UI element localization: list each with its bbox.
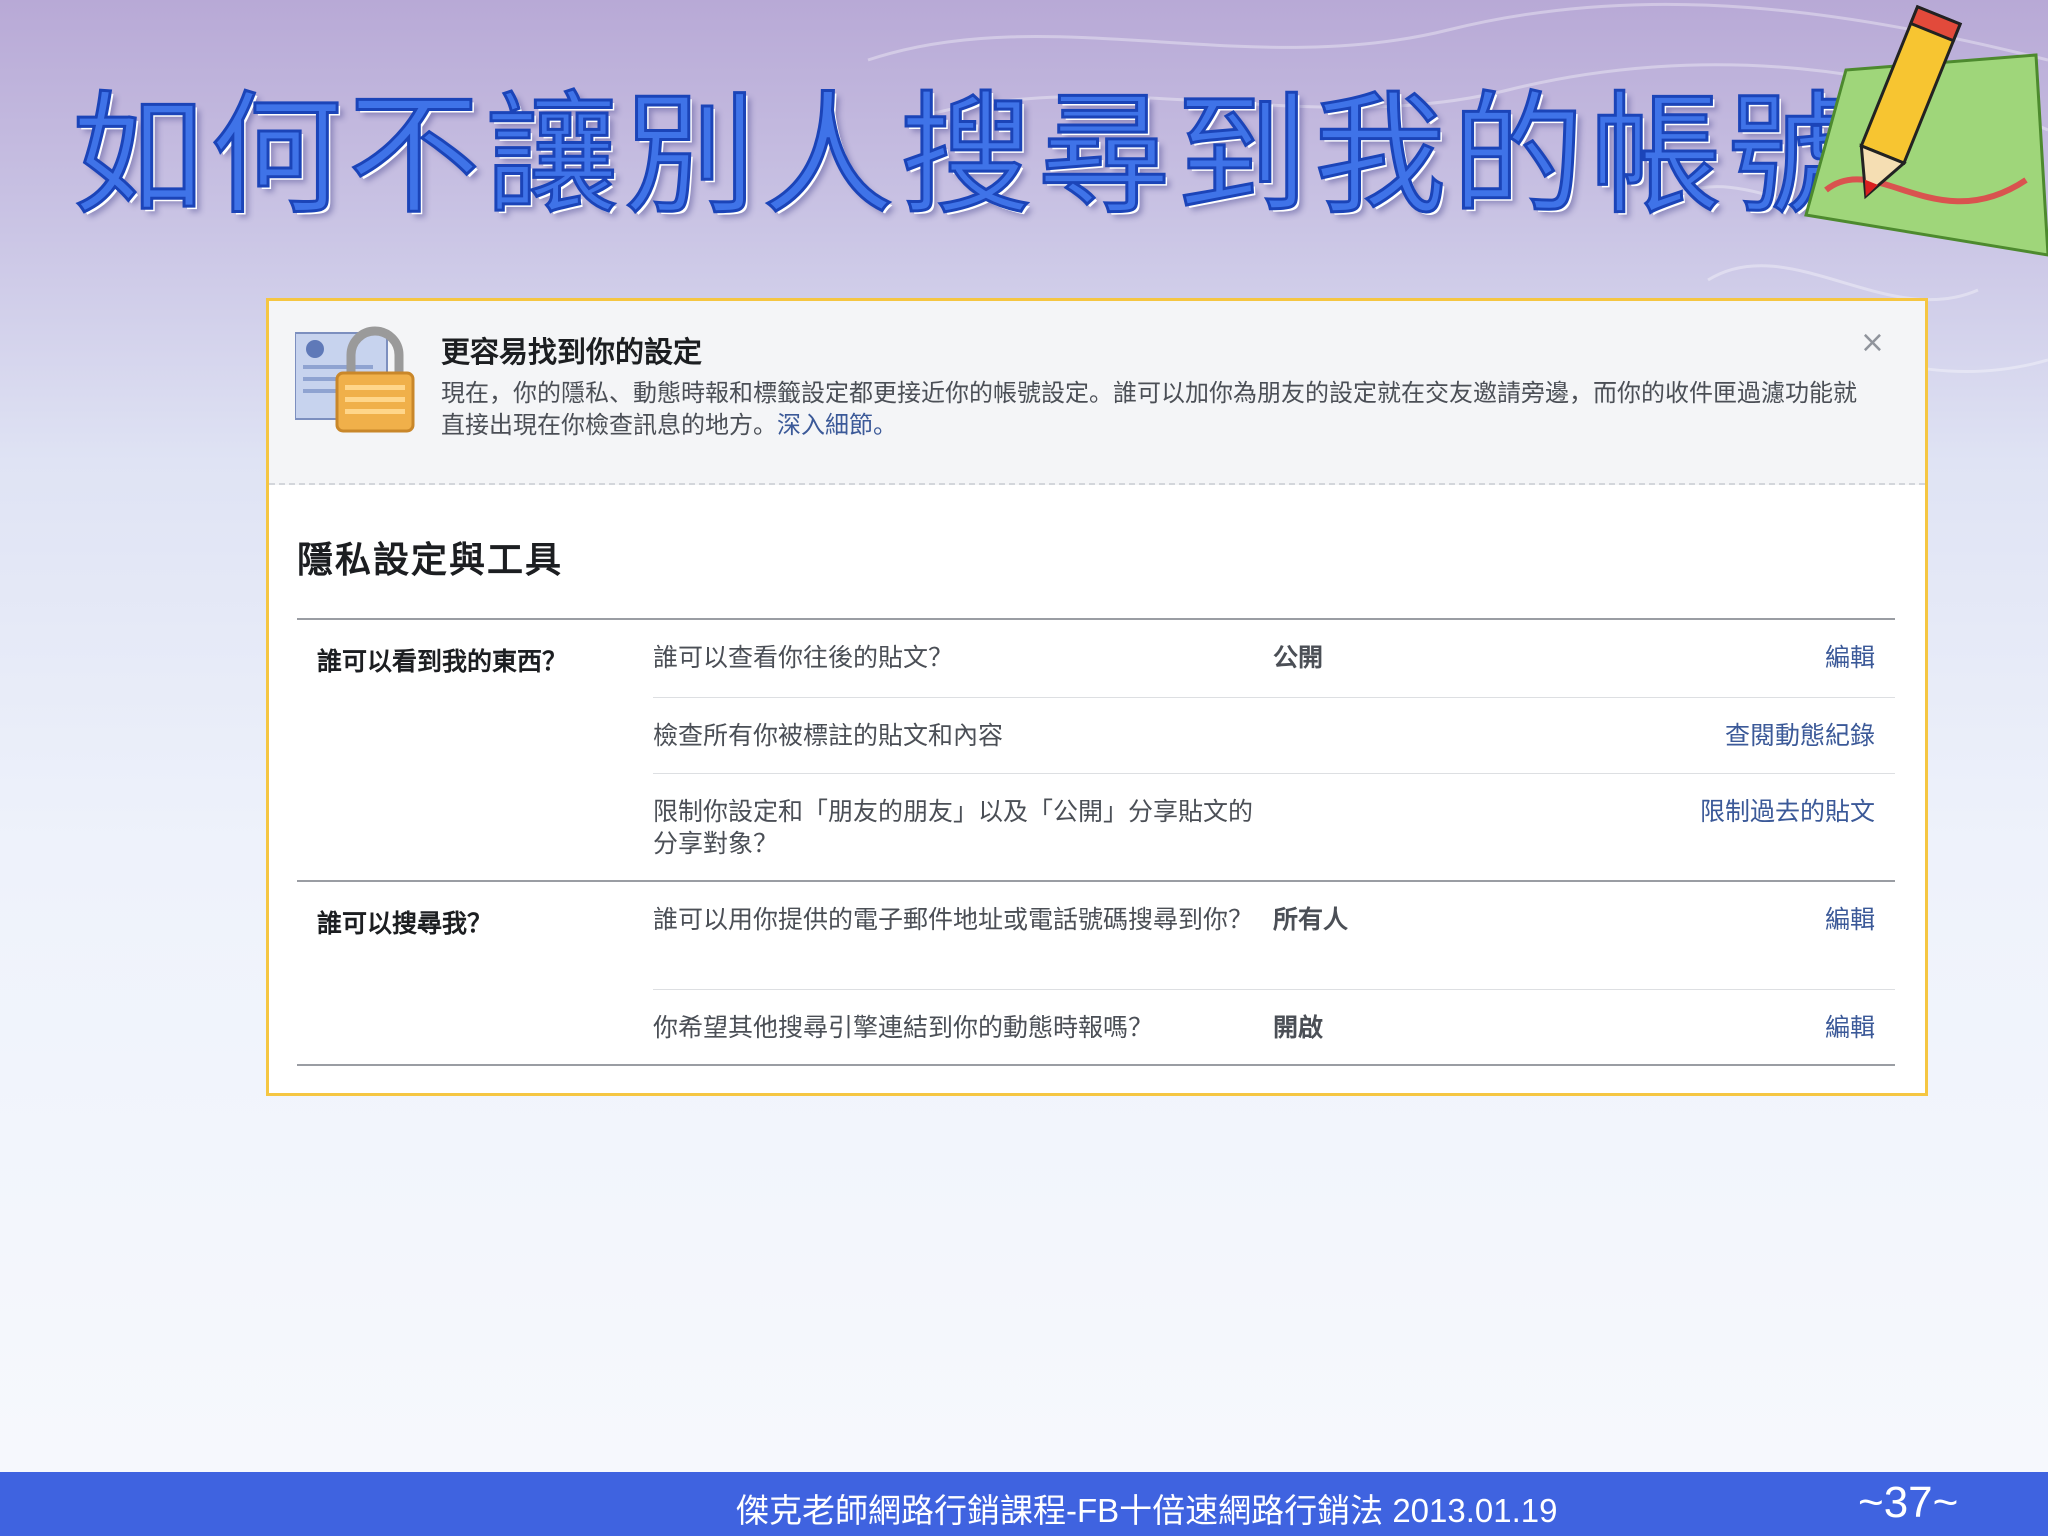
group-label: 誰可以搜尋我？ <box>317 909 493 938</box>
footer-text: 傑克老師網路行銷課程-FB十倍速網路行銷法 2013.01.19 <box>736 1492 1558 1529</box>
notice-body: 現在，你的隱私、動態時報和標籤設定都更接近你的帳號設定。誰可以加你為朋友的設定就… <box>441 377 1861 441</box>
slide-title: 如何不讓別人搜尋到我的帳號? <box>70 78 1943 235</box>
settings-table: 誰可以看到我的東西？ 誰可以查看你往後的貼文？ 公開 編輯 檢查所有你被標註的貼… <box>297 618 1895 1066</box>
notice-text: 現在，你的隱私、動態時報和標籤設定都更接近你的帳號設定。誰可以加你為朋友的設定就… <box>441 379 1857 439</box>
table-row: 誰可以用你提供的電子郵件地址或電話號碼搜尋到你？ 所有人 編輯 <box>653 882 1895 989</box>
settings-group-who-can-see: 誰可以看到我的東西？ 誰可以查看你往後的貼文？ 公開 編輯 檢查所有你被標註的貼… <box>297 620 1895 880</box>
learn-more-link[interactable]: 深入細節。 <box>777 411 897 439</box>
table-row: 你希望其他搜尋引擎連結到你的動態時報嗎？ 開啟 編輯 <box>653 989 1895 1064</box>
page-number: ~37~ <box>1858 1478 1959 1527</box>
settings-group-who-can-search: 誰可以搜尋我？ 誰可以用你提供的電子郵件地址或電話號碼搜尋到你？ 所有人 編輯 … <box>297 880 1895 1064</box>
row-question: 檢查所有你被標註的貼文和內容 <box>653 721 1004 750</box>
row-value: 所有人 <box>1273 905 1349 934</box>
row-question: 誰可以用你提供的電子郵件地址或電話號碼搜尋到你？ <box>653 905 1254 934</box>
group-label: 誰可以看到我的東西？ <box>317 647 568 676</box>
limit-past-posts-link[interactable]: 限制過去的貼文 <box>1453 796 1875 828</box>
group-rows: 誰可以查看你往後的貼文？ 公開 編輯 檢查所有你被標註的貼文和內容 查閱動態紀錄… <box>653 620 1895 880</box>
notice-title: 更容易找到你的設定 <box>441 335 703 369</box>
row-value: 開啟 <box>1273 1013 1324 1042</box>
group-rows: 誰可以用你提供的電子郵件地址或電話號碼搜尋到你？ 所有人 編輯 你希望其他搜尋引… <box>653 882 1895 1064</box>
edit-link[interactable]: 編輯 <box>1453 904 1875 936</box>
activity-log-link[interactable]: 查閱動態紀錄 <box>1453 720 1875 752</box>
slide-footer: 傑克老師網路行銷課程-FB十倍速網路行銷法 2013.01.19 ~37~ <box>0 1472 2048 1536</box>
row-value: 公開 <box>1273 643 1324 672</box>
table-row: 誰可以查看你往後的貼文？ 公開 編輯 <box>653 620 1895 697</box>
pencil-icon <box>1804 4 2048 257</box>
row-question: 限制你設定和「朋友的朋友」以及「公開」分享貼文的分享對象？ <box>653 797 1254 858</box>
table-row: 限制你設定和「朋友的朋友」以及「公開」分享貼文的分享對象？ 限制過去的貼文 <box>653 773 1895 880</box>
table-row: 檢查所有你被標註的貼文和內容 查閱動態紀錄 <box>653 697 1895 773</box>
lock-icon <box>295 326 415 433</box>
section-title: 隱私設定與工具 <box>297 539 564 581</box>
row-question: 誰可以查看你往後的貼文？ <box>653 643 954 672</box>
row-question: 你希望其他搜尋引擎連結到你的動態時報嗎？ <box>653 1013 1154 1042</box>
edit-link[interactable]: 編輯 <box>1453 1012 1875 1044</box>
settings-notice: 更容易找到你的設定 現在，你的隱私、動態時報和標籤設定都更接近你的帳號設定。誰可… <box>269 301 1925 485</box>
privacy-settings-panel: 更容易找到你的設定 現在，你的隱私、動態時報和標籤設定都更接近你的帳號設定。誰可… <box>266 298 1928 1096</box>
close-icon[interactable]: × <box>1860 325 1885 360</box>
edit-link[interactable]: 編輯 <box>1453 642 1875 674</box>
